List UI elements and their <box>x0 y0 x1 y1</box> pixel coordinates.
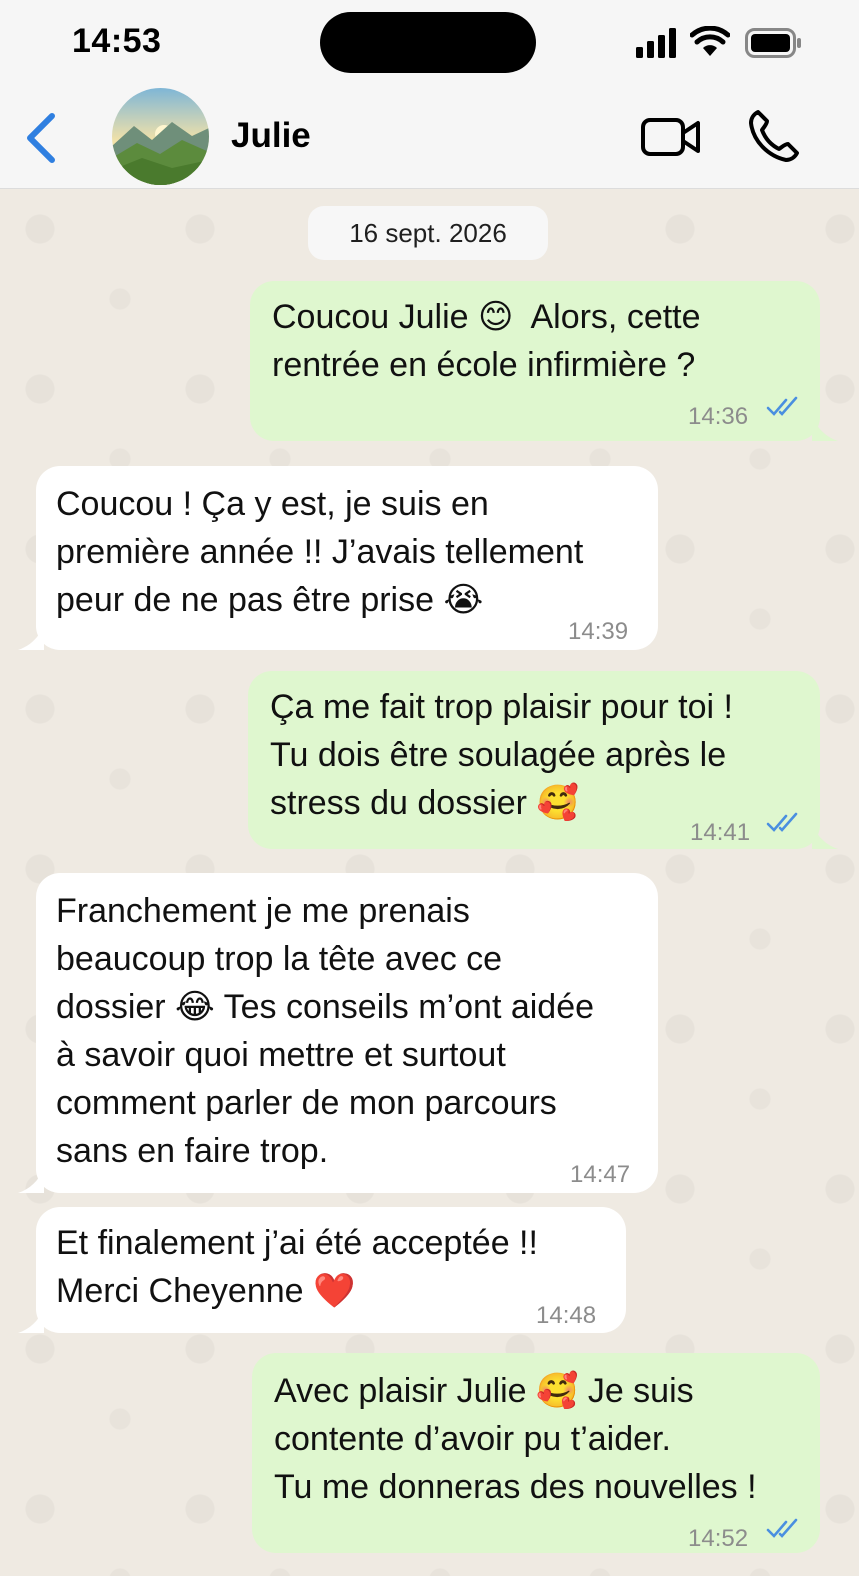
message-text: Franchement je me prenais beaucoup trop … <box>56 892 595 1170</box>
message-text: Ça me fait trop plaisir pour toi ! Tu do… <box>270 688 733 822</box>
bubble-tail <box>812 825 838 849</box>
phone-icon[interactable] <box>748 108 800 164</box>
contact-name[interactable]: Julie <box>231 116 311 156</box>
message-bubble-outgoing[interactable]: Coucou Julie 😊 Alors, cette rentrée en é… <box>250 281 820 441</box>
message-bubble-incoming[interactable]: Coucou ! Ça y est, je suis en première a… <box>36 466 658 650</box>
avatar[interactable] <box>112 88 209 185</box>
video-camera-icon[interactable] <box>640 112 702 162</box>
cellular-signal-icon <box>636 28 676 58</box>
message-bubble-incoming[interactable]: Franchement je me prenais beaucoup trop … <box>36 873 658 1193</box>
battery-icon <box>745 28 801 58</box>
message-text: Coucou Julie 😊 Alors, cette rentrée en é… <box>272 298 701 384</box>
double-check-icon <box>766 1518 798 1538</box>
chat-header: Julie <box>0 88 859 189</box>
message-text: Coucou ! Ça y est, je suis en première a… <box>56 485 584 619</box>
bubble-tail <box>18 1309 44 1333</box>
message-time: 14:52 <box>688 1525 749 1552</box>
message-bubble-incoming[interactable]: Et finalement j’ai été acceptée !! Merci… <box>36 1207 626 1333</box>
avatar-landscape-image <box>112 88 209 185</box>
date-separator: 16 sept. 2026 <box>308 206 548 260</box>
status-time: 14:53 <box>72 22 162 60</box>
chevron-left-icon[interactable] <box>22 110 60 166</box>
message-time: 14:39 <box>568 618 629 645</box>
message-text: Et finalement j’ai été acceptée !! Merci… <box>56 1224 538 1310</box>
message-time: 14:47 <box>570 1161 631 1188</box>
message-time: 14:36 <box>688 403 749 430</box>
message-time: 14:41 <box>690 819 751 846</box>
bubble-tail <box>18 1169 44 1193</box>
status-bar: 14:53 <box>0 0 859 88</box>
dynamic-island <box>320 12 536 73</box>
bubble-tail <box>18 626 44 650</box>
double-check-icon <box>766 812 798 832</box>
wifi-icon <box>690 26 730 56</box>
message-text: Avec plaisir Julie 🥰 Je suis contente d’… <box>274 1372 757 1506</box>
bubble-tail <box>812 417 838 441</box>
chat-area[interactable]: 16 sept. 2026 Coucou Julie 😊 Alors, cett… <box>0 189 859 1576</box>
message-bubble-outgoing[interactable]: Ça me fait trop plaisir pour toi ! Tu do… <box>248 671 820 849</box>
message-time: 14:48 <box>536 1302 597 1329</box>
message-bubble-outgoing[interactable]: Avec plaisir Julie 🥰 Je suis contente d’… <box>252 1353 820 1553</box>
double-check-icon <box>766 396 798 416</box>
